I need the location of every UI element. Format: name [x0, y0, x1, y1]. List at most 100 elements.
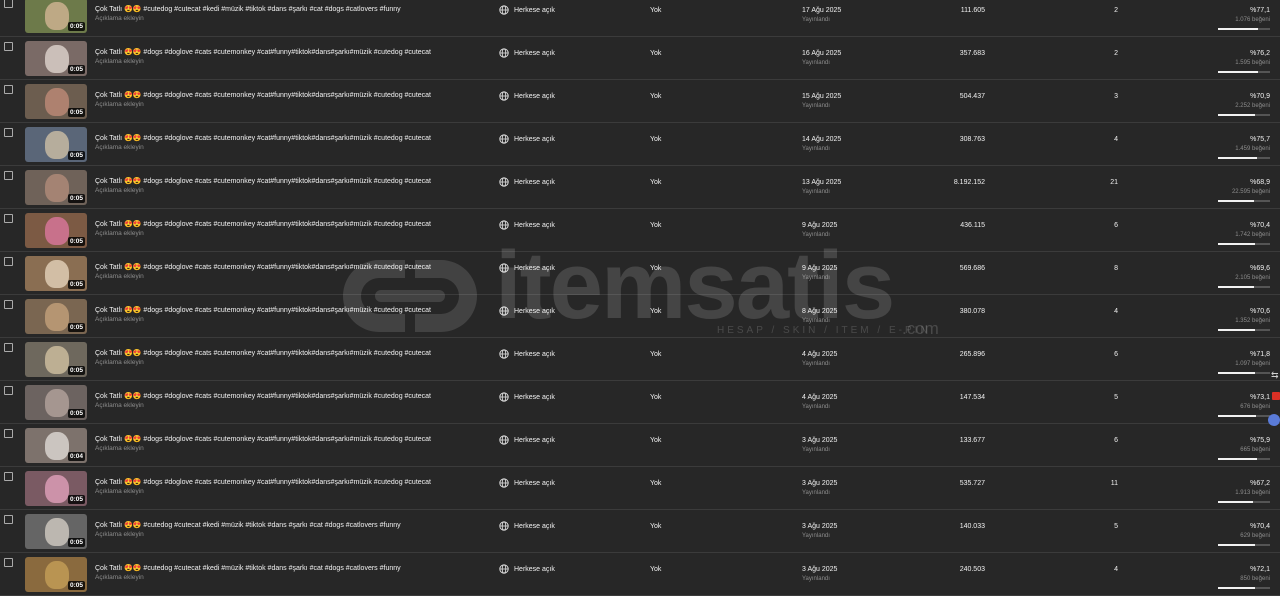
comment-count[interactable]: 6: [1114, 436, 1118, 445]
description-placeholder[interactable]: Açıklama ekleyin: [95, 531, 144, 539]
row-checkbox[interactable]: [4, 0, 13, 8]
video-row[interactable]: 0:05 Çok Tatlı 😍😍 #dogs #doglove #cats #…: [0, 338, 1280, 381]
description-placeholder[interactable]: Açıklama ekleyin: [95, 445, 144, 453]
comment-count[interactable]: 8: [1114, 264, 1118, 273]
row-checkbox[interactable]: [4, 515, 13, 524]
video-title[interactable]: Çok Tatlı 😍😍 #dogs #doglove #cats #cutem…: [95, 478, 490, 487]
visibility-label[interactable]: Herkese açık: [514, 92, 555, 101]
description-placeholder[interactable]: Açıklama ekleyin: [95, 144, 144, 152]
visibility-label[interactable]: Herkese açık: [514, 565, 555, 574]
description-placeholder[interactable]: Açıklama ekleyin: [95, 402, 144, 410]
row-checkbox[interactable]: [4, 42, 13, 51]
description-placeholder[interactable]: Açıklama ekleyin: [95, 574, 144, 582]
comment-count[interactable]: 4: [1114, 135, 1118, 144]
video-thumbnail[interactable]: 0:05: [25, 557, 87, 592]
side-extension-icon[interactable]: [1272, 392, 1280, 400]
video-row[interactable]: 0:05 Çok Tatlı 😍😍 #dogs #doglove #cats #…: [0, 37, 1280, 80]
comment-count[interactable]: 4: [1114, 307, 1118, 316]
video-row[interactable]: 0:05 Çok Tatlı 😍😍 #dogs #doglove #cats #…: [0, 80, 1280, 123]
visibility-label[interactable]: Herkese açık: [514, 393, 555, 402]
video-title[interactable]: Çok Tatlı 😍😍 #dogs #doglove #cats #cutem…: [95, 263, 490, 272]
video-row[interactable]: 0:05 Çok Tatlı 😍😍 #dogs #doglove #cats #…: [0, 209, 1280, 252]
row-checkbox[interactable]: [4, 171, 13, 180]
video-row[interactable]: 0:05 Çok Tatlı 😍😍 #cutedog #cutecat #ked…: [0, 510, 1280, 553]
description-placeholder[interactable]: Açıklama ekleyin: [95, 15, 144, 23]
video-row[interactable]: 0:05 Çok Tatlı 😍😍 #dogs #doglove #cats #…: [0, 123, 1280, 166]
row-checkbox[interactable]: [4, 343, 13, 352]
row-checkbox[interactable]: [4, 386, 13, 395]
video-title[interactable]: Çok Tatlı 😍😍 #dogs #doglove #cats #cutem…: [95, 48, 490, 57]
video-row[interactable]: 0:05 Çok Tatlı 😍😍 #dogs #doglove #cats #…: [0, 467, 1280, 510]
description-placeholder[interactable]: Açıklama ekleyin: [95, 316, 144, 324]
video-thumbnail[interactable]: 0:05: [25, 256, 87, 291]
video-title[interactable]: Çok Tatlı 😍😍 #dogs #doglove #cats #cutem…: [95, 435, 490, 444]
row-checkbox[interactable]: [4, 300, 13, 309]
video-thumbnail[interactable]: 0:05: [25, 213, 87, 248]
visibility-label[interactable]: Herkese açık: [514, 221, 555, 230]
video-title[interactable]: Çok Tatlı 😍😍 #dogs #doglove #cats #cutem…: [95, 349, 490, 358]
video-row[interactable]: 0:05 Çok Tatlı 😍😍 #dogs #doglove #cats #…: [0, 381, 1280, 424]
video-thumbnail[interactable]: 0:05: [25, 41, 87, 76]
visibility-label[interactable]: Herkese açık: [514, 479, 555, 488]
video-title[interactable]: Çok Tatlı 😍😍 #dogs #doglove #cats #cutem…: [95, 91, 490, 100]
description-placeholder[interactable]: Açıklama ekleyin: [95, 230, 144, 238]
visibility-label[interactable]: Herkese açık: [514, 49, 555, 58]
video-thumbnail[interactable]: 0:04: [25, 428, 87, 463]
visibility-label[interactable]: Herkese açık: [514, 522, 555, 531]
video-thumbnail[interactable]: 0:05: [25, 514, 87, 549]
visibility-label[interactable]: Herkese açık: [514, 135, 555, 144]
comment-count[interactable]: 6: [1114, 221, 1118, 230]
comment-count[interactable]: 6: [1114, 350, 1118, 359]
row-checkbox[interactable]: [4, 85, 13, 94]
row-checkbox[interactable]: [4, 214, 13, 223]
visibility-label[interactable]: Herkese açık: [514, 264, 555, 273]
description-placeholder[interactable]: Açıklama ekleyin: [95, 187, 144, 195]
visibility-label[interactable]: Herkese açık: [514, 178, 555, 187]
video-title[interactable]: Çok Tatlı 😍😍 #dogs #doglove #cats #cutem…: [95, 220, 490, 229]
video-thumbnail[interactable]: 0:05: [25, 385, 87, 420]
video-thumbnail[interactable]: 0:05: [25, 84, 87, 119]
row-checkbox[interactable]: [4, 257, 13, 266]
video-title[interactable]: Çok Tatlı 😍😍 #cutedog #cutecat #kedi #mü…: [95, 521, 490, 530]
description-placeholder[interactable]: Açıklama ekleyin: [95, 488, 144, 496]
row-checkbox[interactable]: [4, 128, 13, 137]
row-checkbox[interactable]: [4, 472, 13, 481]
comment-count[interactable]: 5: [1114, 393, 1118, 402]
description-placeholder[interactable]: Açıklama ekleyin: [95, 359, 144, 367]
row-checkbox[interactable]: [4, 558, 13, 567]
video-title[interactable]: Çok Tatlı 😍😍 #dogs #doglove #cats #cutem…: [95, 392, 490, 401]
row-checkbox[interactable]: [4, 429, 13, 438]
video-title[interactable]: Çok Tatlı 😍😍 #cutedog #cutecat #kedi #mü…: [95, 564, 490, 573]
visibility-label[interactable]: Herkese açık: [514, 350, 555, 359]
video-thumbnail[interactable]: 0:05: [25, 0, 87, 33]
comment-count[interactable]: 2: [1114, 6, 1118, 15]
comment-count[interactable]: 5: [1114, 522, 1118, 531]
video-thumbnail[interactable]: 0:05: [25, 471, 87, 506]
video-row[interactable]: 0:05 Çok Tatlı 😍😍 #dogs #doglove #cats #…: [0, 166, 1280, 209]
comment-count[interactable]: 21: [1110, 178, 1118, 187]
side-arrows-icon[interactable]: ⇆: [1271, 370, 1279, 381]
video-thumbnail[interactable]: 0:05: [25, 170, 87, 205]
video-row[interactable]: 0:04 Çok Tatlı 😍😍 #dogs #doglove #cats #…: [0, 424, 1280, 467]
visibility-label[interactable]: Herkese açık: [514, 6, 555, 15]
video-title[interactable]: Çok Tatlı 😍😍 #dogs #doglove #cats #cutem…: [95, 306, 490, 315]
description-placeholder[interactable]: Açıklama ekleyin: [95, 273, 144, 281]
video-thumbnail[interactable]: 0:05: [25, 342, 87, 377]
comment-count[interactable]: 3: [1114, 92, 1118, 101]
comment-count[interactable]: 4: [1114, 565, 1118, 574]
video-row[interactable]: 0:05 Çok Tatlı 😍😍 #cutedog #cutecat #ked…: [0, 0, 1280, 37]
description-placeholder[interactable]: Açıklama ekleyin: [95, 101, 144, 109]
video-row[interactable]: 0:05 Çok Tatlı 😍😍 #dogs #doglove #cats #…: [0, 252, 1280, 295]
video-title[interactable]: Çok Tatlı 😍😍 #dogs #doglove #cats #cutem…: [95, 177, 490, 186]
video-title[interactable]: Çok Tatlı 😍😍 #cutedog #cutecat #kedi #mü…: [95, 5, 490, 14]
side-assistant-icon[interactable]: [1268, 414, 1280, 426]
comment-count[interactable]: 2: [1114, 49, 1118, 58]
description-placeholder[interactable]: Açıklama ekleyin: [95, 58, 144, 66]
visibility-label[interactable]: Herkese açık: [514, 436, 555, 445]
video-thumbnail[interactable]: 0:05: [25, 299, 87, 334]
video-row[interactable]: 0:05 Çok Tatlı 😍😍 #dogs #doglove #cats #…: [0, 295, 1280, 338]
comment-count[interactable]: 11: [1111, 479, 1118, 488]
video-title[interactable]: Çok Tatlı 😍😍 #dogs #doglove #cats #cutem…: [95, 134, 490, 143]
visibility-label[interactable]: Herkese açık: [514, 307, 555, 316]
video-thumbnail[interactable]: 0:05: [25, 127, 87, 162]
